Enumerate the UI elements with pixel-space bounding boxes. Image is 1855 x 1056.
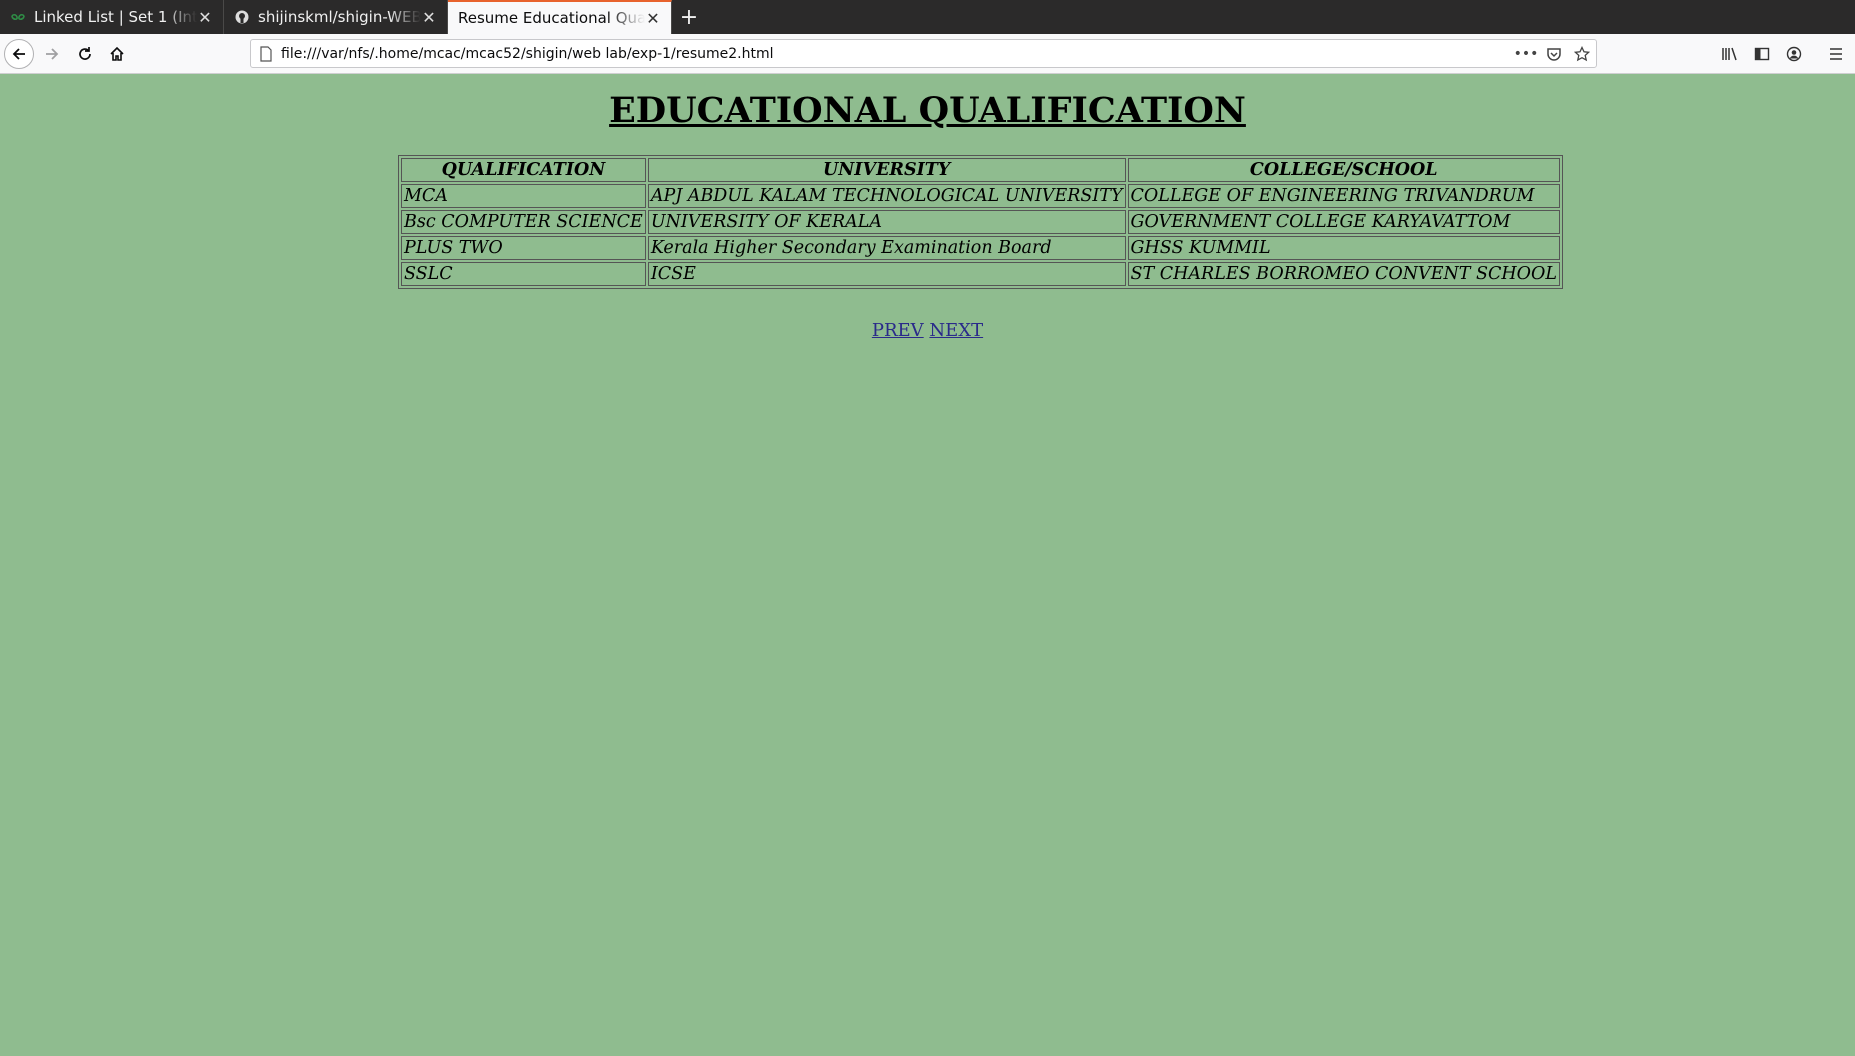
home-button[interactable] (102, 39, 132, 69)
geeksforgeeks-icon (10, 9, 26, 25)
table-cell: GOVERNMENT COLLEGE KARYAVATTOM (1127, 210, 1560, 234)
table-row: SSLC ICSE ST CHARLES BORROMEO CONVENT SC… (401, 262, 1560, 286)
tab-strip: Linked List | Set 1 (Introduction) ✕ shi… (0, 0, 1855, 34)
table-row: MCA APJ ABDUL KALAM TECHNOLOGICAL UNIVER… (401, 184, 1560, 208)
column-header-college: COLLEGE/SCHOOL (1127, 158, 1560, 182)
url-text[interactable]: file:///var/nfs/.home/mcac/mcac52/shigin… (281, 46, 1512, 62)
sidebar-icon[interactable] (1750, 42, 1774, 66)
pocket-icon[interactable] (1540, 46, 1568, 62)
table-cell: Bsc COMPUTER SCIENCE (401, 210, 646, 234)
bookmark-star-icon[interactable] (1568, 45, 1596, 62)
table-cell: SSLC (401, 262, 646, 286)
qualification-table: QUALIFICATION UNIVERSITY COLLEGE/SCHOOL … (398, 155, 1563, 289)
column-header-university: UNIVERSITY (647, 158, 1126, 182)
table-cell: PLUS TWO (401, 236, 646, 260)
table-row: PLUS TWO Kerala Higher Secondary Examina… (401, 236, 1560, 260)
table-cell: GHSS KUMMIL (1127, 236, 1560, 260)
tab-title: Resume Educational Qualification (458, 9, 645, 27)
close-tab-icon[interactable]: ✕ (421, 8, 437, 27)
tab-title: Linked List | Set 1 (Introduction) (34, 8, 197, 26)
table-row: Bsc COMPUTER SCIENCE UNIVERSITY OF KERAL… (401, 210, 1560, 234)
page-navigation: PREV NEXT (0, 320, 1855, 341)
reload-icon (79, 47, 91, 60)
column-header-qualification: QUALIFICATION (401, 158, 646, 182)
reload-button[interactable] (70, 39, 100, 69)
page-heading: EDUCATIONAL QUALIFICATION (609, 90, 1246, 131)
address-bar[interactable]: file:///var/nfs/.home/mcac/mcac52/shigin… (250, 39, 1597, 68)
navigation-toolbar: file:///var/nfs/.home/mcac/mcac52/shigin… (0, 34, 1855, 74)
tab-title: shijinskml/shigin-WEB-lab (258, 8, 421, 26)
page-content: EDUCATIONAL QUALIFICATION QUALIFICATION … (0, 74, 1855, 1056)
new-tab-button[interactable]: + (672, 0, 706, 34)
tab-github[interactable]: shijinskml/shigin-WEB-lab ✕ (224, 0, 448, 34)
table-cell: ICSE (647, 262, 1126, 286)
arrow-right-icon (46, 48, 59, 60)
hamburger-menu-icon[interactable] (1824, 42, 1848, 66)
table-cell: APJ ABDUL KALAM TECHNOLOGICAL UNIVERSITY (647, 184, 1126, 208)
github-icon (234, 9, 250, 25)
table-header-row: QUALIFICATION UNIVERSITY COLLEGE/SCHOOL (401, 158, 1560, 182)
close-tab-icon[interactable]: ✕ (645, 9, 661, 28)
home-icon (110, 46, 124, 61)
arrow-left-icon (12, 48, 25, 60)
prev-link[interactable]: PREV (872, 320, 924, 341)
back-button[interactable] (4, 39, 34, 69)
library-icon[interactable] (1718, 42, 1742, 66)
table-cell: UNIVERSITY OF KERALA (647, 210, 1126, 234)
tab-linked-list[interactable]: Linked List | Set 1 (Introduction) ✕ (0, 0, 224, 34)
table-cell: Kerala Higher Secondary Examination Boar… (647, 236, 1126, 260)
page-actions-icon[interactable]: ••• (1512, 46, 1540, 62)
table-cell: ST CHARLES BORROMEO CONVENT SCHOOL (1127, 262, 1560, 286)
account-icon[interactable] (1782, 42, 1806, 66)
close-tab-icon[interactable]: ✕ (197, 8, 213, 27)
next-link[interactable]: NEXT (929, 320, 983, 341)
tab-resume[interactable]: Resume Educational Qualification ✕ (448, 0, 672, 34)
table-cell: COLLEGE OF ENGINEERING TRIVANDRUM (1127, 184, 1560, 208)
table-cell: MCA (401, 184, 646, 208)
page-icon (259, 45, 273, 62)
forward-button[interactable] (37, 39, 67, 69)
